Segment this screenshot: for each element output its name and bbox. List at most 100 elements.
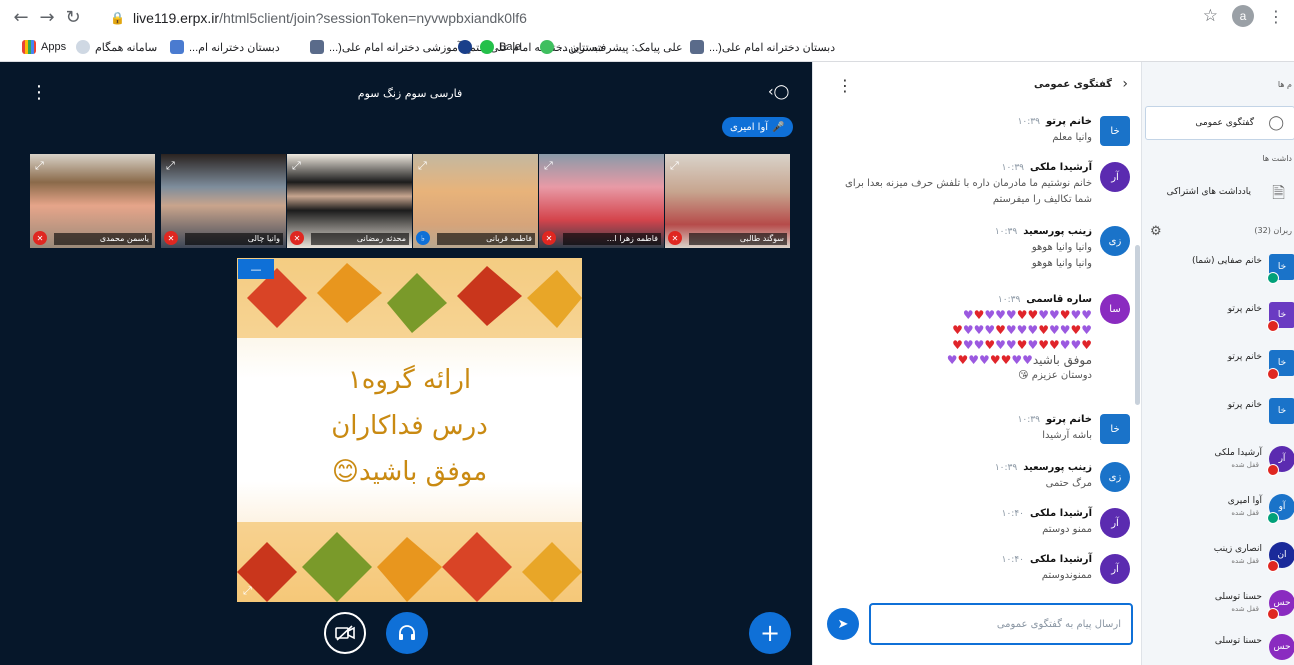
mic-muted-badge-icon: [1267, 560, 1279, 572]
message-text: موفق باشید: [1032, 353, 1092, 367]
bookmark-sms[interactable]: علی پیامک: پیشرفته ترین...: [540, 40, 683, 54]
public-chat-label: گفتگوی عمومی: [1195, 118, 1254, 128]
users-list-pane: م ها ◯ گفتگوی عمومی داشت ها 🗎 یادداشت ها…: [1141, 62, 1294, 665]
tile-name: محدثه رمضانی: [311, 233, 409, 245]
avatar: خا: [1100, 414, 1130, 444]
video-tile[interactable]: ⤢ ✕ سوگند طالبی: [665, 154, 790, 248]
user-name: خانم پرتو: [1227, 304, 1262, 314]
minimize-presentation-button[interactable]: —: [238, 259, 274, 279]
mic-muted-icon: ✕: [668, 231, 682, 245]
message-time: ۱۰:۴۰: [1001, 509, 1024, 519]
browser-menu-icon[interactable]: ⋮: [1268, 7, 1284, 26]
message-author: زینب پورسعید: [1023, 462, 1092, 473]
video-tile[interactable]: ⤢ ✕ فاطمه زهرا ا...: [539, 154, 664, 248]
message-time: ۱۰:۳۹: [1001, 163, 1024, 173]
profile-avatar[interactable]: a: [1232, 5, 1254, 27]
bookmark-apps[interactable]: Apps: [22, 40, 66, 54]
chat-message: زی زینب پورسعید ۱۰:۳۹ وانیا وانیا هوهو وانی…: [840, 224, 1130, 272]
audio-button[interactable]: [386, 612, 428, 654]
edu-icon: [170, 40, 184, 54]
tile-name: وانیا چالی: [185, 233, 283, 245]
sms-icon: [540, 40, 554, 54]
camera-off-icon: [335, 625, 355, 641]
message-time: ۱۰:۳۹: [994, 463, 1018, 473]
avatar: زی: [1100, 462, 1130, 492]
chat-options-icon[interactable]: ⋮: [837, 76, 853, 95]
avatar: زی: [1100, 226, 1130, 256]
browser-address-bar: ← → ↻ 🔒 live119.erpx.ir/html5client/join…: [0, 0, 1294, 34]
user-row[interactable]: حس حسنا توسلی قفل شده: [1142, 586, 1294, 626]
chat-message-input[interactable]: ارسال پیام به گفتگوی عمومی: [869, 603, 1133, 645]
shared-notes-item[interactable]: 🗎 یادداشت های اشتراکی: [1145, 178, 1294, 208]
bookmark-star-icon[interactable]: ☆: [1203, 6, 1218, 26]
expand-icon[interactable]: ⤢: [292, 159, 301, 173]
public-chat-item[interactable]: ◯ گفتگوی عمومی: [1145, 106, 1294, 140]
user-row[interactable]: خا خانم پرتو: [1142, 346, 1294, 386]
user-row[interactable]: آر آرشیدا ملکی قفل شده: [1142, 442, 1294, 482]
video-tile[interactable]: ⤢ ✕ محدثه رمضانی: [287, 154, 412, 248]
fullscreen-icon[interactable]: ⤢: [243, 584, 252, 598]
toggle-userlist-icon[interactable]: ‹◯: [768, 84, 789, 100]
video-tile[interactable]: ⤢ ♭ فاطمه قربانی: [413, 154, 538, 248]
expand-icon[interactable]: ⤢: [544, 159, 553, 173]
bookmark-hamgam[interactable]: سامانه همگام: [76, 40, 157, 54]
gear-icon[interactable]: ⚙: [1150, 224, 1162, 239]
message-author: زینب پورسعید: [1023, 226, 1092, 237]
chat-messages: خا خانم پرتو ۱۰:۳۹ وانیا معلم آر آرشیدا مل…: [813, 110, 1142, 588]
bookmark-bale[interactable]: Bale: [480, 40, 521, 54]
message-author: آرشیدا ملکی: [1030, 554, 1092, 565]
expand-icon[interactable]: ⤢: [418, 159, 427, 173]
mic-muted-icon: ✕: [164, 231, 178, 245]
avatar: آر: [1100, 162, 1130, 192]
user-name: انصاری زینب: [1213, 544, 1262, 554]
chevron-left-icon[interactable]: ‹: [1122, 76, 1128, 92]
messages-section-label: م ها: [1277, 80, 1292, 89]
user-status: قفل شده: [1231, 605, 1259, 613]
expand-icon[interactable]: ⤢: [670, 159, 679, 173]
chat-message: خا خانم پرتو ۱۰:۳۹ باشه آرشیدا: [840, 412, 1130, 444]
avatar: خا: [1100, 116, 1130, 146]
url-host: live119.erpx.ir: [132, 10, 220, 26]
chat-scrollbar[interactable]: [1135, 110, 1140, 588]
reload-icon[interactable]: ↻: [60, 4, 86, 30]
back-icon[interactable]: ←: [8, 4, 34, 30]
document-icon: 🗎: [1272, 183, 1285, 202]
presentation-title: فارسی سوم زنگ سوم: [357, 87, 463, 100]
message-author: ساره قاسمی: [1026, 294, 1092, 305]
video-tile[interactable]: ⤢ ✕ وانیا چالی: [161, 154, 286, 248]
video-tile[interactable]: ⤢ ✕ یاسمن محمدی: [30, 154, 155, 248]
url-field[interactable]: 🔒 live119.erpx.ir/html5client/join?sessi…: [110, 6, 1210, 30]
user-name: خانم پرتو: [1227, 352, 1262, 362]
scrollbar-thumb[interactable]: [1135, 245, 1140, 405]
user-name: حسنا توسلی: [1214, 636, 1262, 646]
user-row[interactable]: حس حسنا توسلی: [1142, 630, 1294, 665]
forward-icon[interactable]: →: [34, 4, 60, 30]
user-row[interactable]: آو آوا امیری قفل شده: [1142, 490, 1294, 530]
expand-icon[interactable]: ⤢: [166, 159, 175, 173]
mic-muted-icon: ✕: [290, 231, 304, 245]
tile-name: فاطمه زهرا ا...: [563, 233, 661, 245]
actions-plus-button[interactable]: +: [749, 612, 791, 654]
user-row[interactable]: خا خانم پرتو: [1142, 394, 1294, 434]
options-menu-icon[interactable]: ⋮: [30, 82, 48, 103]
presentation-slide: ارائه گروه۱ درس فداکاران موفق باشید😊: [237, 258, 582, 602]
share-webcam-button[interactable]: [324, 612, 366, 654]
user-row[interactable]: خا خانم صفایی (شما): [1142, 250, 1294, 290]
user-row[interactable]: خا خانم پرتو: [1142, 298, 1294, 338]
message-time: ۱۰:۳۹: [1017, 415, 1040, 425]
send-message-button[interactable]: ➤: [827, 608, 859, 640]
user-row[interactable]: ان انصاری زینب قفل شده: [1142, 538, 1294, 578]
avatar: خا: [1269, 398, 1294, 424]
slide-line-3: موفق باشید😊: [331, 457, 488, 487]
message-time: ۱۰:۴۰: [1001, 555, 1024, 565]
bookmark-school-4[interactable]: دبستان دخترانه امام علی(...: [690, 40, 835, 54]
tile-name: فاطمه قربانی: [437, 233, 535, 245]
expand-icon[interactable]: ⤢: [35, 159, 44, 173]
hearts-emoji: ♥♥♥♥♥♥♥♥♥♥♥♥ ♥♥♥♥♥♥♥♥♥♥♥♥♥ ♥♥♥♥♥♥♥♥♥♥♥♥♥…: [946, 308, 1092, 367]
video-pane: ⋮ فارسی سوم زنگ سوم ‹◯ 🎤 آوا امیری ⤢ ✕ س…: [0, 62, 812, 665]
mic-muted-badge-icon: [1267, 368, 1279, 380]
avatar: آر: [1100, 508, 1130, 538]
user-name: خانم پرتو: [1227, 400, 1262, 410]
tile-name: سوگند طالبی: [689, 233, 787, 245]
bookmark-school-1[interactable]: دبستان دخترانه ام...: [170, 40, 280, 54]
